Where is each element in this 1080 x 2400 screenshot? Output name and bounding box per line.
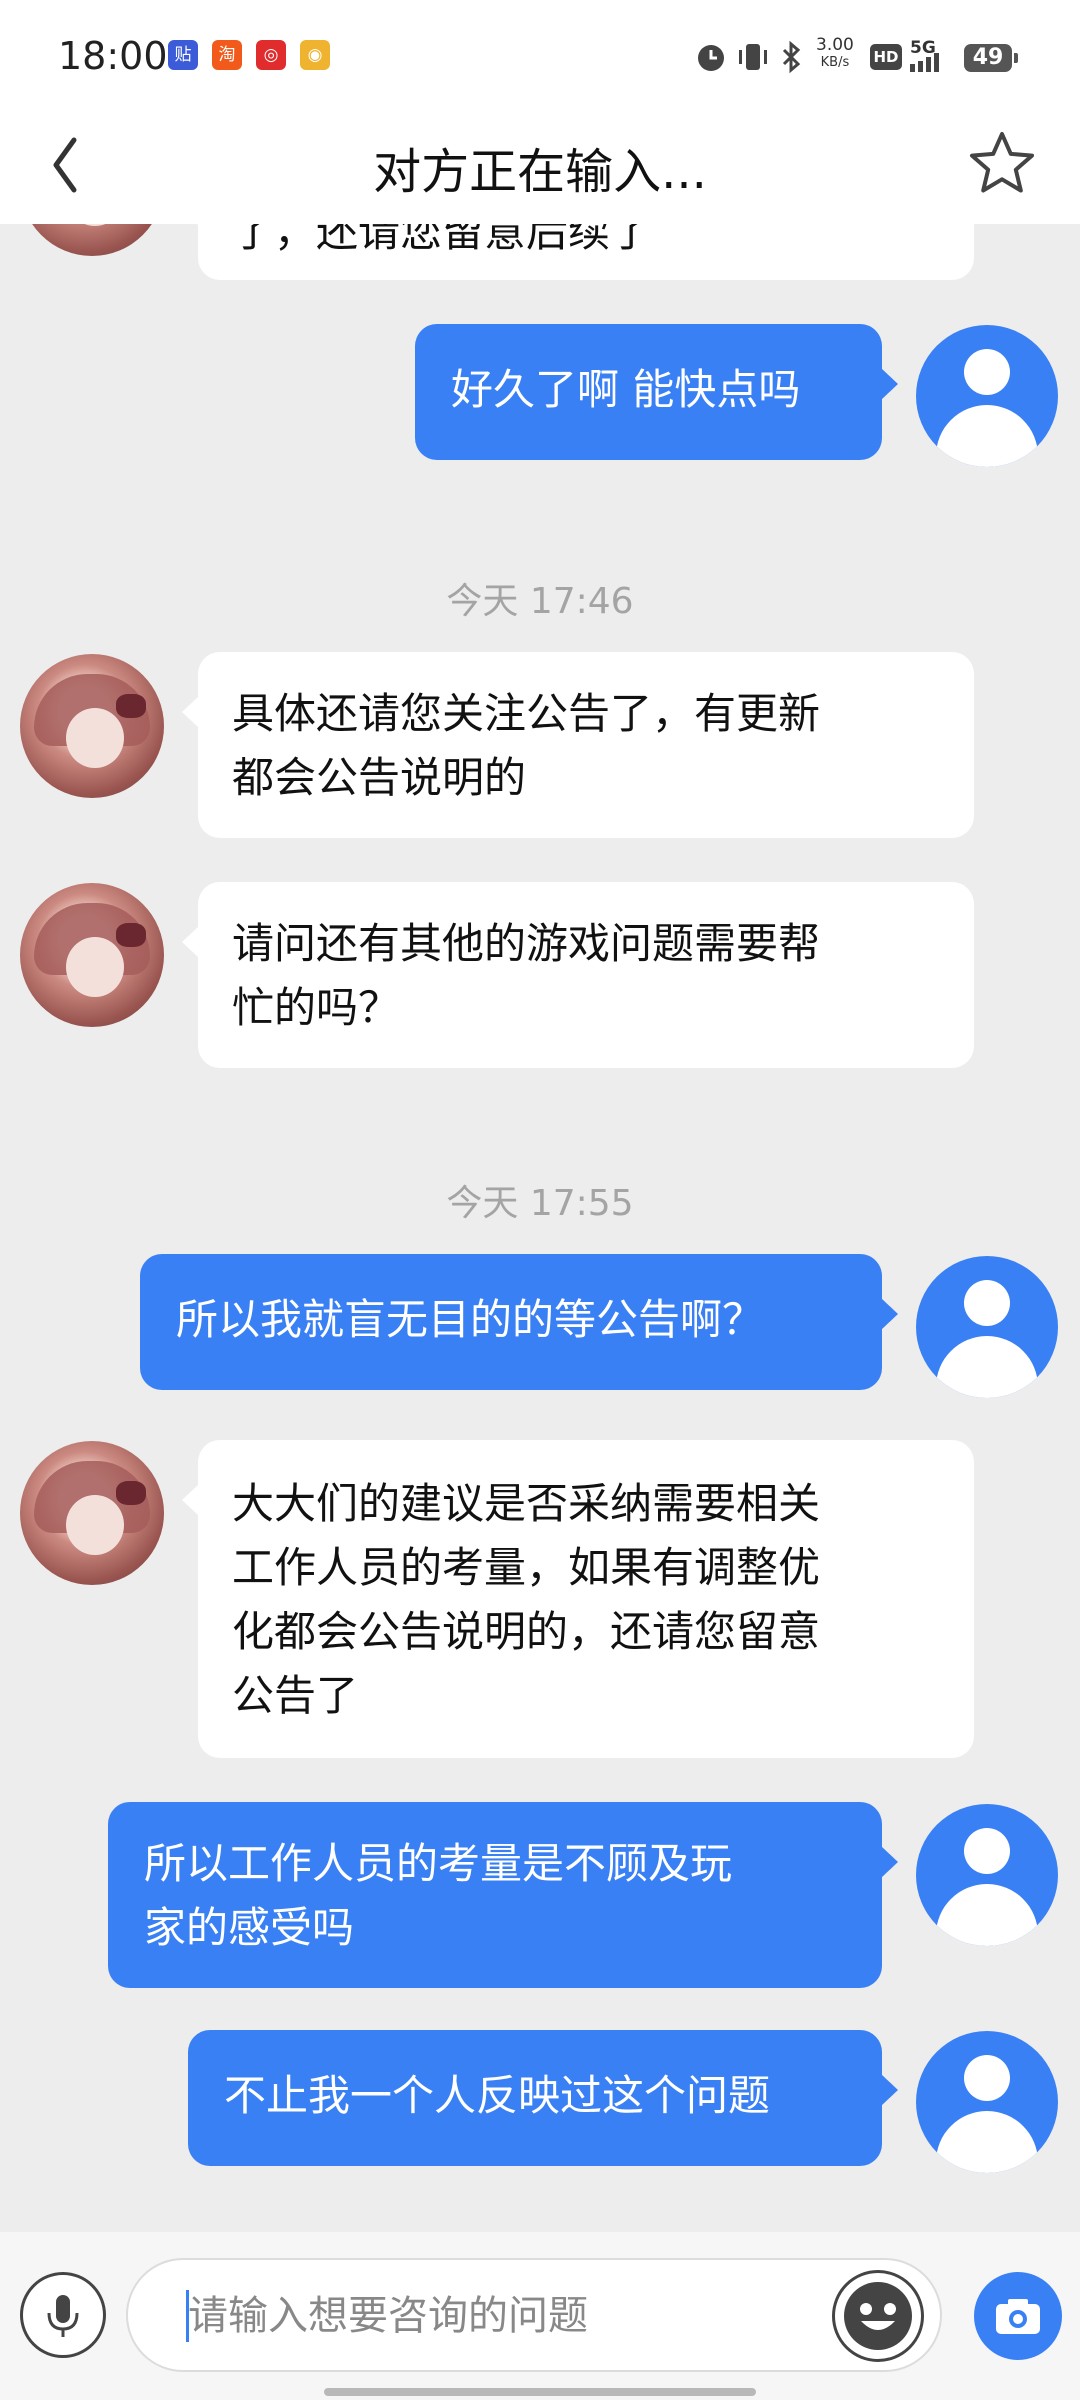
status-bar: 18:00 贴 淘 ◎ ◉ 3.00 KB/s HD 5G 49 [0, 0, 1080, 112]
taobao-icon: 淘 [212, 40, 242, 70]
status-time: 18:00 [58, 34, 168, 78]
camera-icon[interactable] [974, 2272, 1062, 2360]
timestamp: 今天 17:55 [446, 1183, 634, 1224]
microphone-icon[interactable] [20, 2272, 106, 2358]
agent-avatar [20, 883, 164, 1027]
agent-avatar [20, 1441, 164, 1585]
network-speed: 3.00 KB/s [816, 36, 854, 72]
tieba-icon: 贴 [168, 40, 198, 70]
user-avatar [916, 2031, 1058, 2173]
user-avatar [916, 1804, 1058, 1946]
user-message: 所以我就盲无目的的等公告啊？ [140, 1254, 898, 1390]
alarm-icon [698, 45, 724, 71]
agent-avatar [20, 654, 164, 798]
user-avatar [916, 325, 1058, 467]
network-speed-value: 3.00 [816, 35, 854, 55]
agent-message: 大大们的建议是否采纳需要相关 工作人员的考量，如果有调整优 化都会公告说明的，还… [182, 1440, 974, 1758]
message-input-field[interactable] [186, 2288, 830, 2344]
agent-message: 请问还有其他的游戏问题需要帮 忙的吗？ [182, 882, 974, 1068]
agent-message: 了，还请您留意后续了 [182, 224, 974, 280]
battery-icon: 49 [964, 44, 1018, 72]
user-message: 好久了啊 能快点吗 [415, 324, 898, 460]
user-message: 不止我一个人反映过这个问题 [188, 2030, 898, 2166]
chat-scroll-area[interactable]: 了，还请您留意后续了 好久了啊 能快点吗 今天 17:46 具体还请您关注公告了… [0, 224, 1080, 2232]
network-speed-unit: KB/s [820, 55, 850, 70]
message-input[interactable] [126, 2258, 942, 2372]
timestamp: 今天 17:46 [446, 581, 634, 622]
netease-music-icon: ◎ [256, 40, 286, 70]
agent-message: 具体还请您关注公告了，有更新 都会公告说明的 [182, 652, 974, 838]
page-title: 对方正在输入... [373, 144, 707, 200]
bluetooth-icon [782, 40, 801, 74]
weibo-icon: ◉ [300, 40, 330, 70]
vibrate-icon [739, 44, 767, 70]
text-cursor [186, 2290, 189, 2342]
smiley-icon[interactable] [832, 2270, 924, 2362]
user-avatar [916, 1256, 1058, 1398]
agent-avatar [20, 224, 164, 256]
signal-icon [910, 53, 939, 72]
star-outline-icon[interactable] [964, 126, 1040, 202]
user-message: 所以工作人员的考量是不顾及玩 家的感受吗 [108, 1802, 898, 1988]
hd-badge: HD [870, 44, 902, 70]
home-indicator[interactable] [324, 2388, 756, 2396]
